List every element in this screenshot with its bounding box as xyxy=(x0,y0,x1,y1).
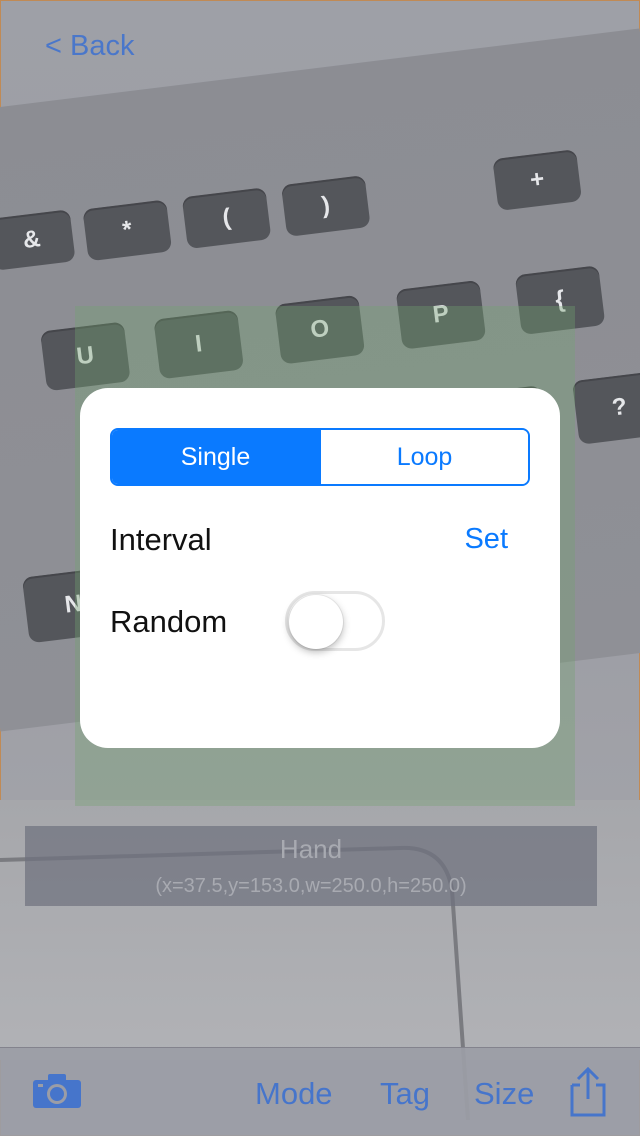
bottom-toolbar: Mode Tag Size xyxy=(0,1047,640,1136)
share-button[interactable] xyxy=(566,1065,610,1119)
keyboard-key-label: & xyxy=(21,225,42,255)
keyboard-key-label: * xyxy=(120,215,134,244)
keyboard-key: ( xyxy=(181,187,272,250)
screen: & * ( ) + U I O P {? N < Back Hand (x=3… xyxy=(0,0,640,1136)
tag-button[interactable]: Tag xyxy=(380,1076,430,1112)
loop-mode-segment[interactable]: Loop xyxy=(319,430,528,484)
single-mode-segment[interactable]: Single xyxy=(112,430,319,484)
interval-label: Interval xyxy=(110,522,212,557)
keyboard-key-label: ) xyxy=(320,191,332,220)
keyboard-key-label: ? xyxy=(610,392,629,422)
single-mode-label: Single xyxy=(180,442,251,471)
random-toggle-knob xyxy=(289,595,343,649)
mode-button[interactable]: Mode xyxy=(255,1076,333,1112)
keyboard-key: ? xyxy=(572,370,640,445)
keyboard-key: & xyxy=(0,209,76,271)
keyboard-key: * xyxy=(82,199,173,262)
share-icon xyxy=(570,1066,606,1117)
detection-label: Hand (x=37.5,y=153.0,w=250.0,h=250.0) xyxy=(25,826,597,906)
back-button[interactable]: < Back xyxy=(45,28,134,64)
random-label: Random xyxy=(110,604,228,639)
size-button[interactable]: Size xyxy=(474,1076,534,1112)
keyboard-key-label: ( xyxy=(220,203,233,232)
detection-coordinates: (x=37.5,y=153.0,w=250.0,h=250.0) xyxy=(155,875,467,897)
capture-mode-control: Single Loop xyxy=(110,428,530,486)
keyboard-key-label: + xyxy=(528,165,546,194)
loop-mode-label: Loop xyxy=(396,442,453,471)
set-interval-button[interactable]: Set xyxy=(464,521,508,557)
keyboard-key: ) xyxy=(280,175,371,237)
detection-title: Hand xyxy=(279,834,343,864)
keyboard-key: + xyxy=(492,149,583,211)
random-toggle[interactable] xyxy=(285,591,385,651)
camera-icon xyxy=(33,1074,81,1108)
camera-button[interactable] xyxy=(31,1071,83,1109)
capture-settings-dialog: Single Loop Interval Set Random xyxy=(80,388,560,748)
